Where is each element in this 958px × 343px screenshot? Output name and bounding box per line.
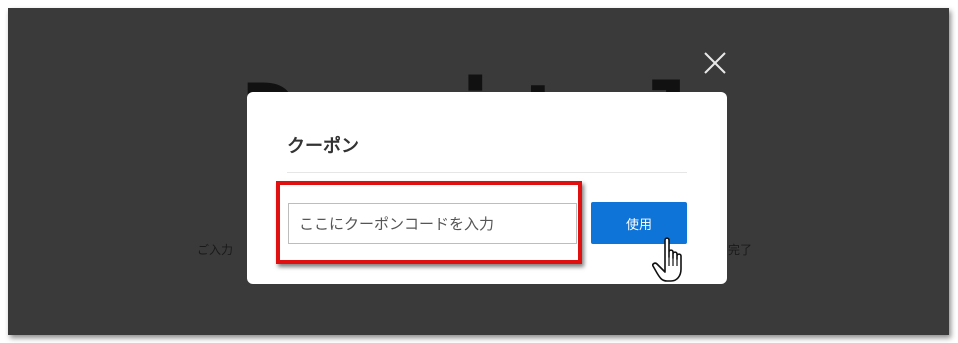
close-icon [704,52,726,74]
step-label-complete: 完了 [728,243,753,257]
coupon-code-input[interactable] [288,203,577,244]
step-label-input: ご入力 [197,243,234,257]
modal-divider [287,172,687,173]
close-button[interactable] [702,50,728,76]
coupon-modal: クーポン 使用 [247,92,727,284]
use-coupon-button[interactable]: 使用 [591,202,687,244]
modal-title: クーポン [287,136,359,157]
dimmed-page-overlay: Do ital ご入力 完了 クーポン 使用 [8,8,949,335]
